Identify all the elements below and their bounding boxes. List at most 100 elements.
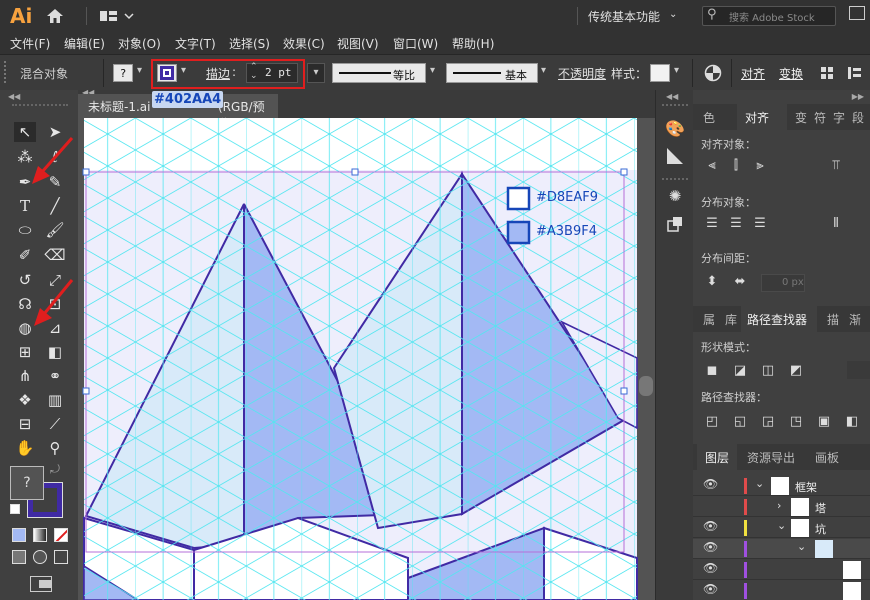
align-hcenter-icon[interactable]: ⫿ [727,156,745,174]
tab-character[interactable]: 字 [833,109,845,126]
tab-symbols[interactable]: 符 [814,109,826,126]
brush-definition[interactable]: 基本 [446,63,538,83]
graphic-style-swatch[interactable] [650,64,670,82]
menu-file[interactable]: 文件(F) [10,35,50,52]
brushes-icon[interactable]: ✺ [665,186,685,206]
align-top-icon[interactable]: ⫪ [827,156,845,174]
artboard-tool-icon[interactable]: ⊟ [14,414,36,434]
gradient-panel-icon[interactable] [665,146,685,166]
tab-paragraph[interactable]: 段 [852,109,864,126]
expand-arrow-icon[interactable]: ⌄ [755,477,764,490]
menu-window[interactable]: 窗口(W) [393,35,438,52]
intersect-icon[interactable]: ◫ [759,361,777,379]
chevron-down-icon[interactable]: ▾ [674,65,679,76]
tab-layers[interactable]: 图层 [697,444,737,470]
tab-align[interactable]: 对齐 [737,104,787,130]
screen-mode-icon[interactable] [30,576,52,592]
recolor-artwork-icon[interactable] [704,64,722,82]
distribute-left-icon[interactable]: ⦀ [827,214,845,232]
unite-icon[interactable]: ◼ [703,361,721,379]
stroke-weight-stepper[interactable]: ⌃ ⌄ 2 pt [246,63,298,83]
visibility-eye-icon[interactable]: 👁 [703,582,718,596]
hand-tool-icon[interactable]: ✋ [14,438,36,458]
tab-artboards[interactable]: 画板 [815,449,839,466]
stroke-label[interactable]: 描边 [206,65,230,82]
layer-row[interactable]: 👁 ⌄ 框架 [693,476,870,496]
menu-edit[interactable]: 编辑(E) [64,35,105,52]
tab-stroke[interactable]: 描 [827,311,839,328]
exclude-icon[interactable]: ◩ [787,361,805,379]
chevron-down-icon[interactable]: ▾ [541,65,546,76]
stock-search-input[interactable]: ⚲ 搜索 Adobe Stock [702,6,836,26]
layer-row[interactable]: › 塔 [693,497,870,517]
isolate-group-icon[interactable] [820,66,834,80]
collapse-arrow-icon[interactable]: › [777,499,781,512]
workspace-switcher[interactable]: 传统基本功能 [588,8,660,25]
draw-inside-icon[interactable] [54,550,68,564]
home-icon[interactable] [44,6,66,26]
tab-asset-export[interactable]: 资源导出 [747,449,795,466]
menu-select[interactable]: 选择(S) [229,35,270,52]
trim-icon[interactable]: ◱ [731,412,749,430]
layer-row[interactable]: 👁 [693,581,870,600]
distribute-vspace-icon[interactable]: ⬍ [703,272,721,290]
distribute-bottom-icon[interactable]: ☰ [751,214,769,232]
default-colors-icon[interactable] [10,504,20,514]
panel-menu-icon[interactable] [847,66,863,80]
fill-swatch[interactable]: ? [113,64,133,82]
outline-icon[interactable]: ▣ [815,412,833,430]
menu-help[interactable]: 帮助(H) [452,35,494,52]
stroke-weight-dropdown[interactable]: ▾ [307,63,325,83]
stepper-up-icon[interactable]: ⌃ ⌄ [250,63,258,81]
gradient-tool-icon[interactable]: ◧ [44,342,66,362]
chevron-down-icon[interactable]: ▾ [430,65,435,76]
menu-object[interactable]: 对象(O) [118,35,161,52]
minus-back-icon[interactable]: ◧ [843,412,861,430]
column-graph-tool-icon[interactable]: ▥ [44,390,66,410]
layer-row[interactable]: 👁 ⌄ 坑 [693,518,870,538]
blend-tool-icon[interactable]: ⚭ [44,366,66,386]
eyedropper-tool-icon[interactable]: ⋔ [14,366,36,386]
draw-normal-icon[interactable] [12,550,26,564]
transform-link[interactable]: 变换 [779,65,803,82]
merge-icon[interactable]: ◲ [759,412,777,430]
align-link[interactable]: 对齐 [741,65,765,82]
minimize-icon[interactable] [849,6,865,20]
align-left-icon[interactable]: ⫷ [703,156,721,174]
visibility-eye-icon[interactable]: 👁 [703,540,718,554]
expand-icon[interactable]: ▶▶ [852,92,864,101]
slice-tool-icon[interactable]: ⟋ [44,414,66,434]
symbol-sprayer-tool-icon[interactable]: ❖ [14,390,36,410]
fill-box[interactable]: ? [10,466,44,500]
layer-row[interactable]: 👁 [693,560,870,580]
arrange-documents-icon[interactable] [98,7,136,25]
chevron-down-icon[interactable]: ▾ [181,65,186,76]
opacity-link[interactable]: 不透明度 [558,65,606,82]
menu-effect[interactable]: 效果(C) [283,35,325,52]
chevron-down-icon[interactable]: ▾ [137,65,142,76]
variable-width-profile[interactable]: 等比 [332,63,426,83]
tab-libraries[interactable]: 库 [725,311,737,328]
expand-arrow-icon[interactable]: ⌄ [797,540,806,553]
spacing-input[interactable]: 0 px [761,274,805,292]
stroke-swatch[interactable] [157,64,177,82]
tab-pathfinder[interactable]: 路径查找器 [741,306,817,332]
distribute-vcenter-icon[interactable]: ☰ [727,214,745,232]
collapse-icon[interactable]: ◀◀ [8,92,20,101]
tab-properties[interactable]: 属 [703,311,715,328]
expand-arrow-icon[interactable]: ⌄ [777,519,786,532]
tab-color[interactable]: 色 [703,109,715,126]
visibility-eye-icon[interactable]: 👁 [703,561,718,575]
color-mode-icon[interactable] [12,528,26,542]
artboard-canvas[interactable]: #D8EAF9 #A3B9F4 [78,118,655,600]
mesh-tool-icon[interactable]: ⊞ [14,342,36,362]
visibility-eye-icon[interactable]: 👁 [703,519,718,533]
scroll-thumb[interactable] [639,376,653,396]
crop-icon[interactable]: ◳ [787,412,805,430]
color-guide-icon[interactable]: 🎨 [665,118,685,138]
visibility-eye-icon[interactable]: 👁 [703,477,718,491]
align-right-icon[interactable]: ⫸ [751,156,769,174]
divide-icon[interactable]: ◰ [703,412,721,430]
swap-fill-stroke-icon[interactable]: ⤾ [50,462,60,477]
expand-button[interactable] [847,361,870,379]
